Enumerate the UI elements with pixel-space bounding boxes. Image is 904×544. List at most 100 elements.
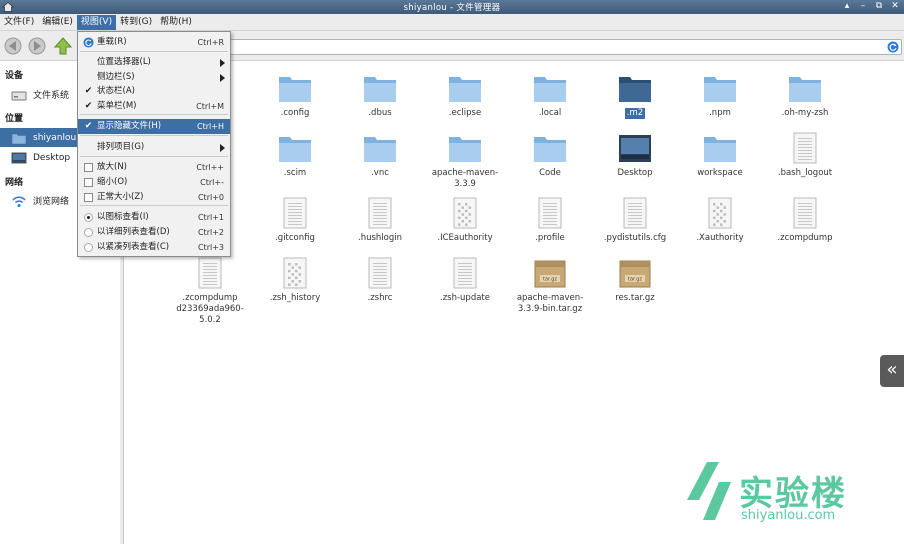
text-file-icon: [368, 257, 392, 289]
menu-item-label: 重载(R): [97, 37, 127, 47]
radio-selected-icon: [84, 213, 93, 222]
file-item[interactable]: .ICEauthority: [423, 197, 507, 244]
up-arrow-icon[interactable]: [53, 36, 73, 56]
file-item[interactable]: .bash_logout: [763, 132, 847, 179]
view-menu-item[interactable]: ✔ 状态栏(A): [78, 84, 230, 99]
file-name-label: Desktop: [617, 168, 653, 178]
menu-item-label: 以紧凑列表查看(C): [97, 242, 170, 252]
file-item[interactable]: .hushlogin: [338, 197, 422, 244]
file-item[interactable]: .pydistutils.cfg: [593, 197, 677, 244]
folder-icon: [449, 137, 481, 162]
menu-file[interactable]: 文件(F): [0, 15, 38, 30]
view-menu-item[interactable]: 排列项目(G): [78, 140, 230, 155]
archive-icon: tar.gz: [619, 260, 651, 288]
file-item[interactable]: .m2: [593, 72, 677, 119]
file-item[interactable]: .zcompdump: [763, 197, 847, 244]
file-item[interactable]: .zsh-update: [423, 257, 507, 304]
file-name-label: apache-maven-3.3.9-bin.tar.gz: [516, 293, 584, 314]
maximize-button[interactable]: ⧉: [874, 0, 884, 12]
submenu-arrow-icon: [220, 144, 225, 152]
file-name-label: .pydistutils.cfg: [603, 233, 667, 243]
view-menu-item[interactable]: 以详细列表查看(D) Ctrl+2: [78, 225, 230, 240]
check-icon: ✔: [84, 101, 93, 111]
menubar: 文件(F) 编辑(E) 视图(V) 转到(G) 帮助(H): [0, 14, 904, 31]
file-name-label: apache-maven-3.3.9: [431, 168, 499, 189]
menu-accelerator: Ctrl+3: [197, 243, 224, 252]
back-arrow-icon[interactable]: [3, 36, 23, 56]
menu-item-label: 正常大小(Z): [97, 192, 144, 202]
radio-icon: [84, 228, 93, 237]
text-file-icon: [453, 257, 477, 289]
file-item[interactable]: .gitconfig: [253, 197, 337, 244]
file-item[interactable]: .zshrc: [338, 257, 422, 304]
folder-icon: [279, 137, 311, 162]
file-item[interactable]: .local: [508, 72, 592, 119]
location-bar[interactable]: [230, 39, 902, 55]
file-item[interactable]: .zcompdump d23369ada960-5.0.2: [168, 257, 252, 326]
sidebar-item-label: shiyanlou: [33, 132, 77, 143]
menu-accelerator: Ctrl+0: [197, 193, 224, 202]
file-name-label: .npm: [709, 108, 731, 118]
view-menu-item[interactable]: 重载(R) Ctrl+R: [78, 35, 230, 50]
radio-icon: [84, 243, 93, 252]
view-menu-item[interactable]: 侧边栏(S): [78, 70, 230, 85]
file-item[interactable]: .scim: [253, 132, 337, 179]
reload-icon: [83, 37, 94, 48]
menu-go[interactable]: 转到(G): [116, 15, 156, 30]
menu-item-label: 显示隐藏文件(H): [97, 121, 162, 131]
view-menu-dropdown: 重载(R) Ctrl+R 位置选择器(L) 侧边栏(S) ✔ 状态栏(A) ✔ 菜单栏(M) C…: [77, 31, 231, 257]
close-button[interactable]: ✕: [890, 0, 900, 12]
menu-item-label: 以详细列表查看(D): [97, 227, 170, 237]
file-item[interactable]: .npm: [678, 72, 762, 119]
file-item[interactable]: Code: [508, 132, 592, 179]
file-item[interactable]: tar.gz res.tar.gz: [593, 257, 677, 304]
file-item[interactable]: .profile: [508, 197, 592, 244]
view-menu-item[interactable]: 以图标查看(I) Ctrl+1: [78, 210, 230, 225]
file-name-label: Code: [539, 168, 561, 178]
menu-accelerator: Ctrl+-: [200, 178, 224, 187]
file-item[interactable]: workspace: [678, 132, 762, 179]
view-menu-item[interactable]: 位置选择器(L): [78, 55, 230, 70]
file-item[interactable]: tar.gz apache-maven-3.3.9-bin.tar.gz: [508, 257, 592, 315]
view-menu-item[interactable]: ✔ 菜单栏(M) Ctrl+M: [78, 99, 230, 114]
file-item[interactable]: .zsh_history: [253, 257, 337, 304]
file-item[interactable]: Desktop: [593, 132, 677, 179]
collapse-panel-button[interactable]: «: [880, 355, 904, 387]
forward-arrow-icon[interactable]: [27, 36, 47, 56]
file-item[interactable]: .eclipse: [423, 72, 507, 119]
desktop-icon: [619, 135, 651, 162]
reload-icon[interactable]: [887, 41, 899, 53]
archive-icon: tar.gz: [534, 260, 566, 288]
minimize-button[interactable]: –: [858, 0, 868, 12]
home-folder-icon: [11, 133, 27, 144]
file-name-label: .zsh_history: [269, 293, 321, 303]
file-name-label: workspace: [697, 168, 743, 178]
view-menu-item[interactable]: 放大(N) Ctrl++: [78, 160, 230, 175]
menu-edit[interactable]: 编辑(E): [38, 15, 77, 30]
menu-view[interactable]: 视图(V): [76, 14, 117, 30]
view-menu-item[interactable]: ✔ 显示隐藏文件(H) Ctrl+H: [78, 119, 230, 134]
file-item[interactable]: apache-maven-3.3.9: [423, 132, 507, 190]
file-item[interactable]: .vnc: [338, 132, 422, 179]
file-item[interactable]: .Xauthority: [678, 197, 762, 244]
file-item[interactable]: .dbus: [338, 72, 422, 119]
shade-button[interactable]: ▴: [842, 0, 852, 12]
menu-item-label: 状态栏(A): [97, 86, 135, 96]
sidebar-header-network: 网络: [5, 178, 24, 188]
view-menu-item[interactable]: 正常大小(Z) Ctrl+0: [78, 190, 230, 205]
checkbox-icon: [84, 193, 93, 202]
file-name-label: .m2: [624, 108, 646, 119]
brand-logo-icon: [687, 462, 731, 520]
menu-help[interactable]: 帮助(H): [156, 15, 196, 30]
view-menu-item[interactable]: 以紧凑列表查看(C) Ctrl+3: [78, 240, 230, 255]
file-item[interactable]: .config: [253, 72, 337, 119]
file-name-label: .gitconfig: [275, 233, 315, 243]
file-name-label: .zcompdump d23369ada960-5.0.2: [176, 293, 244, 325]
file-item[interactable]: .oh-my-zsh: [763, 72, 847, 119]
text-file-icon: [793, 197, 817, 229]
view-menu-item[interactable]: 缩小(O) Ctrl+-: [78, 175, 230, 190]
folder-icon: [449, 77, 481, 102]
binary-file-icon: [708, 197, 732, 229]
menu-item-label: 排列项目(G): [97, 142, 145, 152]
sidebar-item-label: Desktop: [33, 152, 71, 163]
